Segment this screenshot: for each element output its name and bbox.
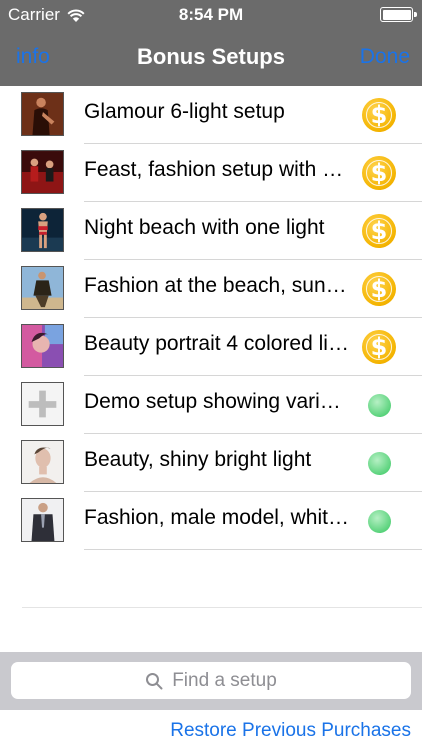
done-button[interactable]: Done	[360, 45, 410, 69]
setup-row[interactable]: Feast, fashion setup with multiple model…	[0, 144, 422, 202]
search-input[interactable]: Find a setup	[11, 662, 411, 699]
purchase-coin-icon: $	[362, 156, 396, 190]
setup-title: Glamour 6-light setup	[84, 100, 285, 123]
search-icon	[146, 672, 163, 689]
setup-title: Demo setup showing various items	[84, 390, 352, 413]
purchase-coin-icon: $	[362, 98, 396, 132]
free-status-dot-icon	[368, 394, 391, 417]
setup-title: Fashion at the beach, sunset	[84, 274, 352, 297]
navigation-bar: info Bonus Setups Done	[0, 28, 422, 86]
search-placeholder: Find a setup	[172, 669, 277, 691]
free-status-dot-icon	[368, 510, 391, 533]
setup-title: Night beach with one light	[84, 216, 325, 239]
footer: Restore Previous Purchases	[0, 710, 422, 750]
empty-row	[0, 550, 422, 608]
add-placeholder-icon	[21, 382, 64, 426]
setup-title: Feast, fashion setup with multiple model…	[84, 158, 352, 181]
battery-icon	[380, 7, 417, 22]
setup-row[interactable]: Glamour 6-light setup $	[0, 86, 422, 144]
setup-row[interactable]: Beauty portrait 4 colored lights $	[0, 318, 422, 376]
setup-title: Fashion, male model, white background	[84, 506, 352, 529]
setup-row[interactable]: Demo setup showing various items	[0, 376, 422, 434]
feast-thumbnail	[21, 150, 64, 194]
glamour-thumbnail	[21, 92, 64, 136]
setup-title: Beauty portrait 4 colored lights	[84, 332, 352, 355]
purchase-coin-icon: $	[362, 214, 396, 248]
setup-title: Beauty, shiny bright light	[84, 448, 312, 471]
clock: 8:54 PM	[178, 5, 244, 24]
night-beach-thumbnail	[21, 208, 64, 252]
status-bar: Carrier 8:54 PM	[0, 0, 422, 28]
setup-row[interactable]: Fashion at the beach, sunset $	[0, 260, 422, 318]
purchase-coin-icon: $	[362, 272, 396, 306]
beauty-portrait-thumbnail	[21, 324, 64, 368]
fashion-beach-thumbnail	[21, 266, 64, 310]
setup-list[interactable]: Glamour 6-light setup $ Feast, fashion s…	[0, 86, 422, 652]
setup-row[interactable]: Night beach with one light $	[0, 202, 422, 260]
page-title: Bonus Setups	[137, 44, 285, 69]
setup-row[interactable]: Fashion, male model, white background	[0, 492, 422, 550]
search-bar: Find a setup	[0, 652, 422, 710]
setup-row[interactable]: Beauty, shiny bright light	[0, 434, 422, 492]
beauty-shiny-thumbnail	[21, 440, 64, 484]
purchase-coin-icon: $	[362, 330, 396, 364]
free-status-dot-icon	[368, 452, 391, 475]
restore-purchases-button[interactable]: Restore Previous Purchases	[170, 720, 411, 742]
fashion-male-thumbnail	[21, 498, 64, 542]
